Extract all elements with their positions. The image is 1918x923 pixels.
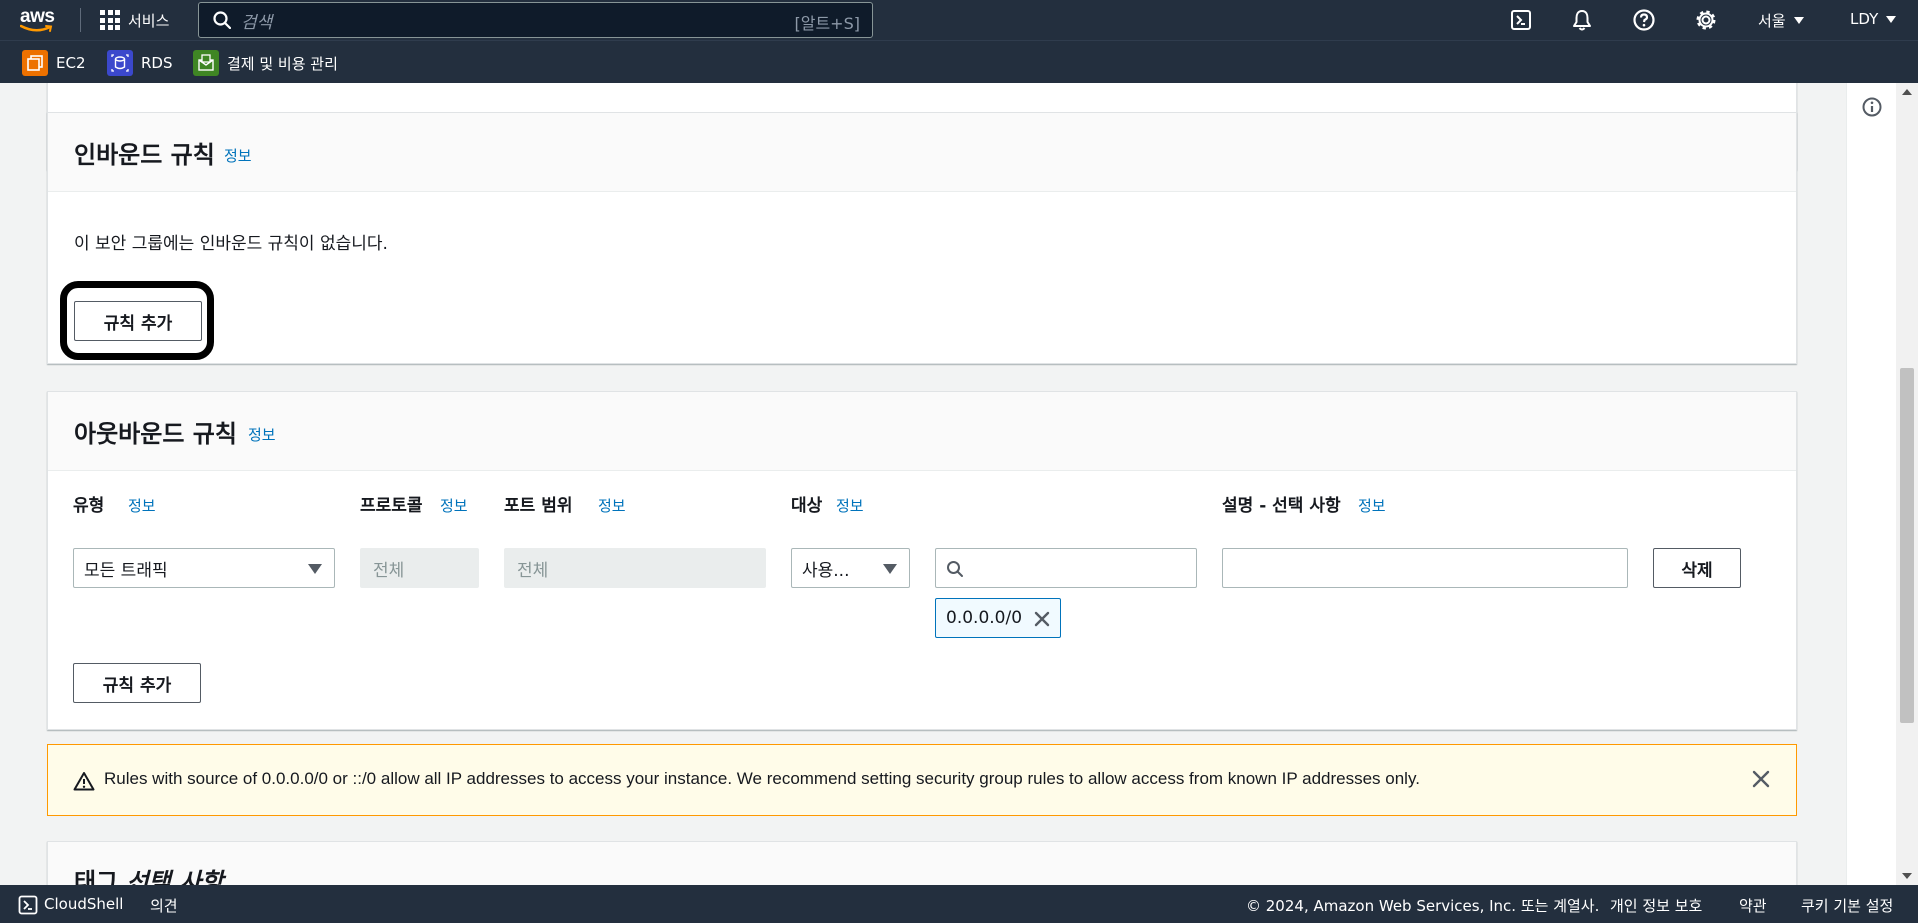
- billing-icon: [193, 50, 219, 76]
- destination-token: 0.0.0.0/0: [935, 598, 1061, 638]
- aws-logo[interactable]: aws: [18, 4, 62, 36]
- warning-alert: Rules with source of 0.0.0.0/0 or ::/0 a…: [47, 744, 1797, 816]
- favorite-ec2[interactable]: EC2: [22, 50, 86, 76]
- services-menu-button[interactable]: 서비스: [100, 8, 169, 32]
- outbound-rules-header: 아웃바운드 규칙 정보: [48, 392, 1796, 471]
- col-destination-info[interactable]: 정보: [836, 495, 864, 516]
- warning-message: Rules with source of 0.0.0.0/0 or ::/0 a…: [104, 769, 1420, 788]
- outbound-rules-title: 아웃바운드 규칙: [74, 420, 237, 448]
- footer-privacy-link[interactable]: 개인 정보 보호: [1610, 895, 1702, 916]
- col-type-label: 유형: [73, 496, 105, 516]
- rds-icon: [107, 50, 133, 76]
- col-destination-label: 대상: [791, 496, 823, 516]
- page-scrollbar[interactable]: [1896, 83, 1918, 885]
- footer-cloudshell-link[interactable]: CloudShell: [44, 895, 123, 913]
- outbound-add-rule-button[interactable]: 규칙 추가: [73, 663, 201, 703]
- ec2-icon: [22, 50, 48, 76]
- inbound-rules-title: 인바운드 규칙: [74, 141, 215, 169]
- bell-icon[interactable]: [1570, 8, 1594, 32]
- scroll-up-icon[interactable]: [1902, 89, 1912, 95]
- search-shortcut: [알트+S]: [794, 14, 861, 33]
- help-icon[interactable]: [1632, 8, 1656, 32]
- type-select[interactable]: 모든 트래픽: [73, 548, 335, 588]
- warning-icon: [73, 772, 95, 791]
- right-tools-rail: [1846, 83, 1896, 885]
- remove-token-icon[interactable]: [1034, 611, 1050, 627]
- grid-icon: [100, 10, 120, 30]
- col-protocol-label: 프로토콜: [360, 496, 423, 516]
- scroll-down-icon[interactable]: [1902, 873, 1912, 879]
- main-content[interactable]: 인바운드 규칙 정보 이 보안 그룹에는 인바운드 규칙이 없습니다. 규칙 추…: [0, 83, 1846, 885]
- delete-rule-button[interactable]: 삭제: [1653, 548, 1741, 588]
- aws-smile-icon: [20, 24, 53, 32]
- scroll-thumb[interactable]: [1900, 368, 1914, 723]
- search-placeholder: 검색: [241, 12, 273, 33]
- services-label: 서비스: [128, 11, 170, 30]
- inbound-info-link[interactable]: 정보: [224, 145, 252, 166]
- col-protocol-info[interactable]: 정보: [440, 495, 468, 516]
- account-menu[interactable]: LDY: [1850, 10, 1897, 28]
- inbound-add-rule-button[interactable]: 규칙 추가: [74, 301, 202, 341]
- inbound-rules-header: 인바운드 규칙 정보: [48, 113, 1796, 192]
- footer-feedback-link[interactable]: 의견: [150, 895, 178, 916]
- inbound-rules-panel: 인바운드 규칙 정보 이 보안 그룹에는 인바운드 규칙이 없습니다. 규칙 추…: [47, 112, 1797, 364]
- protocol-field: 전체: [360, 548, 479, 588]
- cloudshell-icon[interactable]: [18, 895, 38, 915]
- col-description-label: 설명 - 선택 사항: [1222, 496, 1341, 516]
- col-description-info[interactable]: 정보: [1358, 495, 1386, 516]
- col-type-info[interactable]: 정보: [128, 495, 156, 516]
- search-icon: [947, 561, 963, 577]
- outbound-info-link[interactable]: 정보: [248, 424, 276, 445]
- tags-title: 태그 선택 사항: [74, 868, 224, 885]
- cloudshell-icon[interactable]: [1510, 8, 1532, 32]
- info-panel-icon[interactable]: [1862, 97, 1882, 117]
- footer-copyright: © 2024, Amazon Web Services, Inc. 또는 계열사…: [1246, 897, 1600, 915]
- footer: CloudShell 의견 © 2024, Amazon Web Service…: [0, 885, 1918, 923]
- tags-header: 태그 선택 사항: [48, 842, 1796, 885]
- favorite-billing[interactable]: 결제 및 비용 관리: [193, 50, 338, 76]
- caret-down-icon: [883, 564, 897, 574]
- col-port-info[interactable]: 정보: [598, 495, 626, 516]
- search-icon: [213, 11, 231, 29]
- inbound-empty-text: 이 보안 그룹에는 인바운드 규칙이 없습니다.: [74, 234, 388, 254]
- footer-terms-link[interactable]: 약관: [1739, 895, 1767, 916]
- port-range-field: 전체: [504, 548, 766, 588]
- search-input[interactable]: 검색 [알트+S]: [198, 2, 873, 38]
- close-icon[interactable]: [1751, 769, 1771, 789]
- favorite-rds[interactable]: RDS: [107, 50, 173, 76]
- destination-search-input[interactable]: [935, 548, 1197, 588]
- tags-panel: 태그 선택 사항: [47, 841, 1797, 885]
- region-selector[interactable]: 서울: [1758, 10, 1804, 31]
- destination-type-select[interactable]: 사용...: [791, 548, 910, 588]
- description-input[interactable]: [1222, 548, 1628, 588]
- caret-down-icon: [1886, 15, 1897, 23]
- nav-divider: [80, 8, 81, 32]
- favorites-bar: EC2 RDS 결제 및 비용 관리: [0, 40, 1918, 83]
- top-navigation: aws 서비스 검색 [알트+S] 서울 LDY: [0, 0, 1918, 40]
- caret-down-icon: [308, 564, 322, 574]
- col-port-label: 포트 범위: [504, 496, 573, 516]
- caret-down-icon: [1793, 17, 1804, 24]
- footer-cookies-link[interactable]: 쿠키 기본 설정: [1801, 895, 1893, 916]
- gear-icon[interactable]: [1694, 8, 1718, 32]
